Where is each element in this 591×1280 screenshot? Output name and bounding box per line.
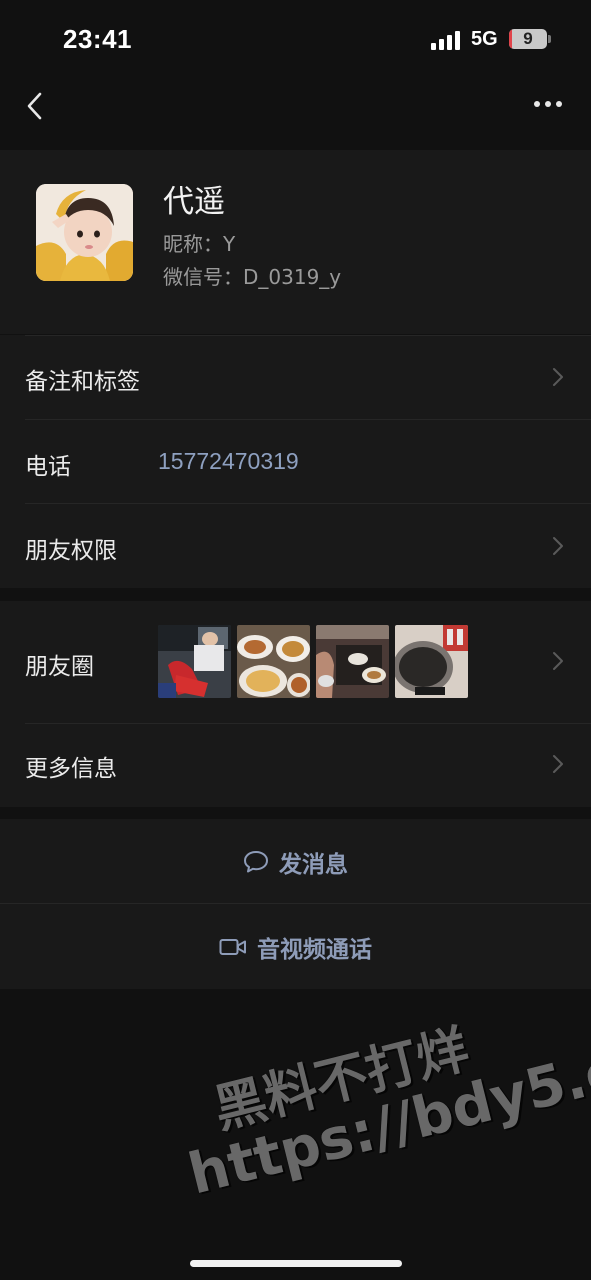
moments-label: 朋友圈 (25, 654, 94, 680)
avatar[interactable] (36, 184, 133, 281)
more-info-label: 更多信息 (25, 756, 117, 782)
home-indicator[interactable] (190, 1260, 402, 1267)
back-button[interactable] (18, 86, 58, 126)
remarks-and-tags-row[interactable]: 备注和标签 (0, 335, 591, 419)
profile-name: 代遥 (163, 184, 225, 220)
status-time: 23:41 (63, 24, 132, 54)
divider (25, 723, 591, 724)
phone-label: 电话 (25, 454, 71, 480)
profile-card: 代遥 昵称：Y 微信号：D_0319_y (0, 150, 591, 334)
video-camera-icon (219, 938, 246, 955)
moments-thumbnail (237, 625, 310, 698)
more-options-button[interactable] (528, 90, 568, 120)
moments-thumbnail (316, 625, 389, 698)
avatar-photo (36, 184, 133, 281)
friend-permissions-row[interactable]: 朋友权限 (0, 503, 591, 588)
chevron-right-icon (553, 652, 563, 670)
friend-permissions-label: 朋友权限 (25, 538, 117, 564)
phone-number-link[interactable]: 15772470319 (158, 448, 299, 475)
divider (25, 503, 591, 504)
battery-icon: 9 (509, 29, 547, 49)
divider (25, 335, 591, 336)
phone-row: 电话 15772470319 (0, 419, 591, 503)
send-message-label: 发消息 (279, 851, 348, 878)
moments-row[interactable]: 朋友圈 (0, 601, 591, 723)
watermark: 黑料不打烊 https://bdy5.co (170, 993, 591, 1208)
divider (25, 419, 591, 420)
more-dots-icon (534, 101, 562, 107)
profile-nickname: 昵称：Y (163, 232, 236, 256)
video-call-button[interactable]: 音视频通话 (0, 904, 591, 989)
chevron-right-icon (553, 755, 563, 773)
remarks-and-tags-label: 备注和标签 (25, 369, 140, 395)
send-message-button[interactable]: 发消息 (0, 819, 591, 904)
chevron-right-icon (553, 537, 563, 555)
video-call-label: 音视频通话 (257, 936, 372, 963)
battery-percent: 9 (523, 29, 533, 48)
chevron-left-icon (27, 92, 42, 120)
network-type: 5G (471, 28, 498, 50)
cellular-signal-icon (431, 30, 461, 50)
profile-wechat-id: 微信号：D_0319_y (163, 265, 342, 289)
chevron-right-icon (553, 368, 563, 386)
moments-thumbnail (395, 625, 468, 698)
chat-bubble-icon (244, 850, 268, 872)
status-bar: 23:41 5G 9 (0, 0, 591, 80)
more-info-row[interactable]: 更多信息 (0, 723, 591, 807)
moments-thumbnail (158, 625, 231, 698)
battery-tip (548, 35, 551, 43)
